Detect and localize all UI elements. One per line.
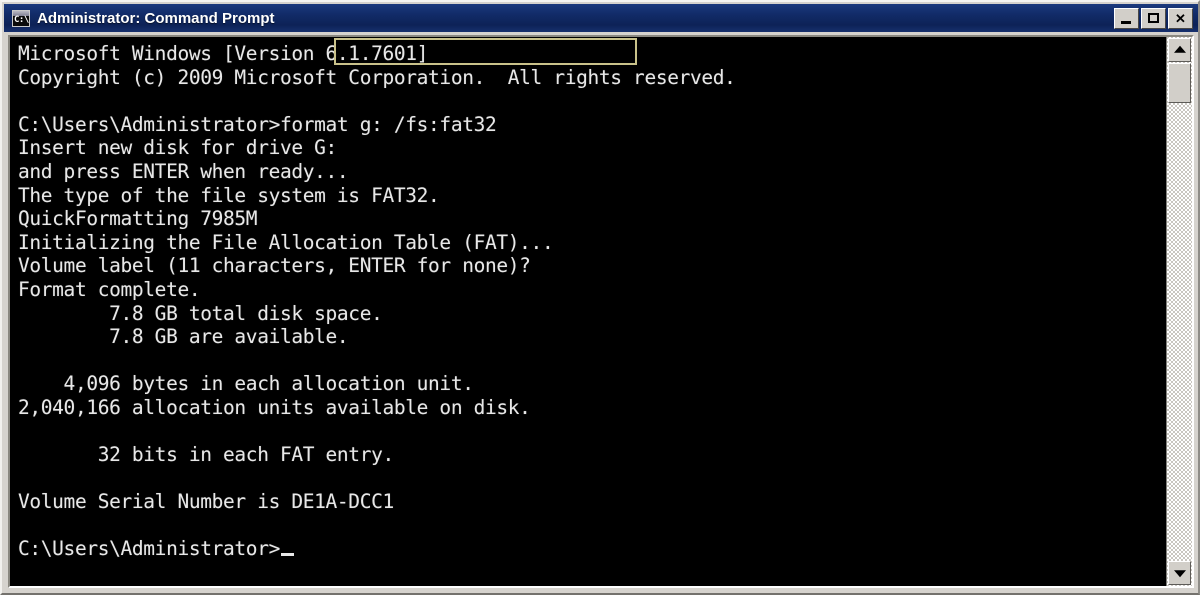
console-client-area: Microsoft Windows [Version 6.1.7601] Cop…: [8, 35, 1194, 588]
chevron-down-icon: [1173, 570, 1186, 578]
console-line: QuickFormatting 7985M: [18, 207, 258, 231]
console-line: Volume label (11 characters, ENTER for n…: [18, 254, 531, 278]
close-icon: ✕: [1175, 10, 1186, 26]
window-controls: ✕: [1114, 7, 1198, 29]
chevron-up-icon: [1173, 45, 1186, 53]
console-line: 4,096 bytes in each allocation unit.: [18, 372, 474, 396]
cmd-console-icon[interactable]: C:\.: [12, 9, 30, 27]
console-line: 7.8 GB are available.: [18, 325, 349, 349]
console-command-line: C:\Users\Administrator>format g: /fs:fat…: [18, 112, 497, 136]
console-line: 2,040,166 allocation units available on …: [18, 395, 531, 419]
minimize-button[interactable]: [1114, 7, 1139, 29]
maximize-button[interactable]: [1141, 7, 1166, 29]
scrollbar-thumb[interactable]: [1168, 63, 1191, 103]
console-prompt: C:\Users\Administrator>: [18, 537, 280, 561]
command-prompt-window: C:\. Administrator: Command Prompt ✕ Mic…: [0, 0, 1200, 595]
scroll-down-button[interactable]: [1168, 561, 1191, 585]
window-titlebar[interactable]: C:\. Administrator: Command Prompt ✕: [4, 4, 1198, 32]
scroll-up-button[interactable]: [1168, 38, 1191, 62]
minimize-icon: [1121, 20, 1131, 24]
console-cursor: [280, 553, 294, 557]
window-title: Administrator: Command Prompt: [37, 9, 275, 27]
console-text-output[interactable]: Microsoft Windows [Version 6.1.7601] Cop…: [10, 37, 1166, 586]
console-line: Initializing the File Allocation Table (…: [18, 230, 554, 254]
console-line: 32 bits in each FAT entry.: [18, 443, 395, 467]
console-line: Volume Serial Number is DE1A-DCC1: [18, 490, 394, 514]
console-scrollbar[interactable]: [1166, 37, 1192, 586]
titlebar-left-group: C:\. Administrator: Command Prompt: [4, 9, 1114, 27]
console-line: Microsoft Windows [Version 6.1.7601]: [18, 42, 429, 65]
close-button[interactable]: ✕: [1168, 7, 1193, 29]
maximize-icon: [1148, 12, 1159, 23]
console-line: and press ENTER when ready...: [18, 159, 349, 183]
cmd-icon-label: C:\.: [14, 14, 29, 25]
console-line: Copyright (c) 2009 Microsoft Corporation…: [18, 65, 736, 89]
console-line: The type of the file system is FAT32.: [18, 183, 440, 207]
console-line: Insert new disk for drive G:: [18, 136, 337, 160]
console-line: Format complete.: [18, 277, 201, 301]
console-prompt-line: C:\Users\Administrator>: [18, 537, 1166, 561]
console-line: 7.8 GB total disk space.: [18, 301, 383, 325]
